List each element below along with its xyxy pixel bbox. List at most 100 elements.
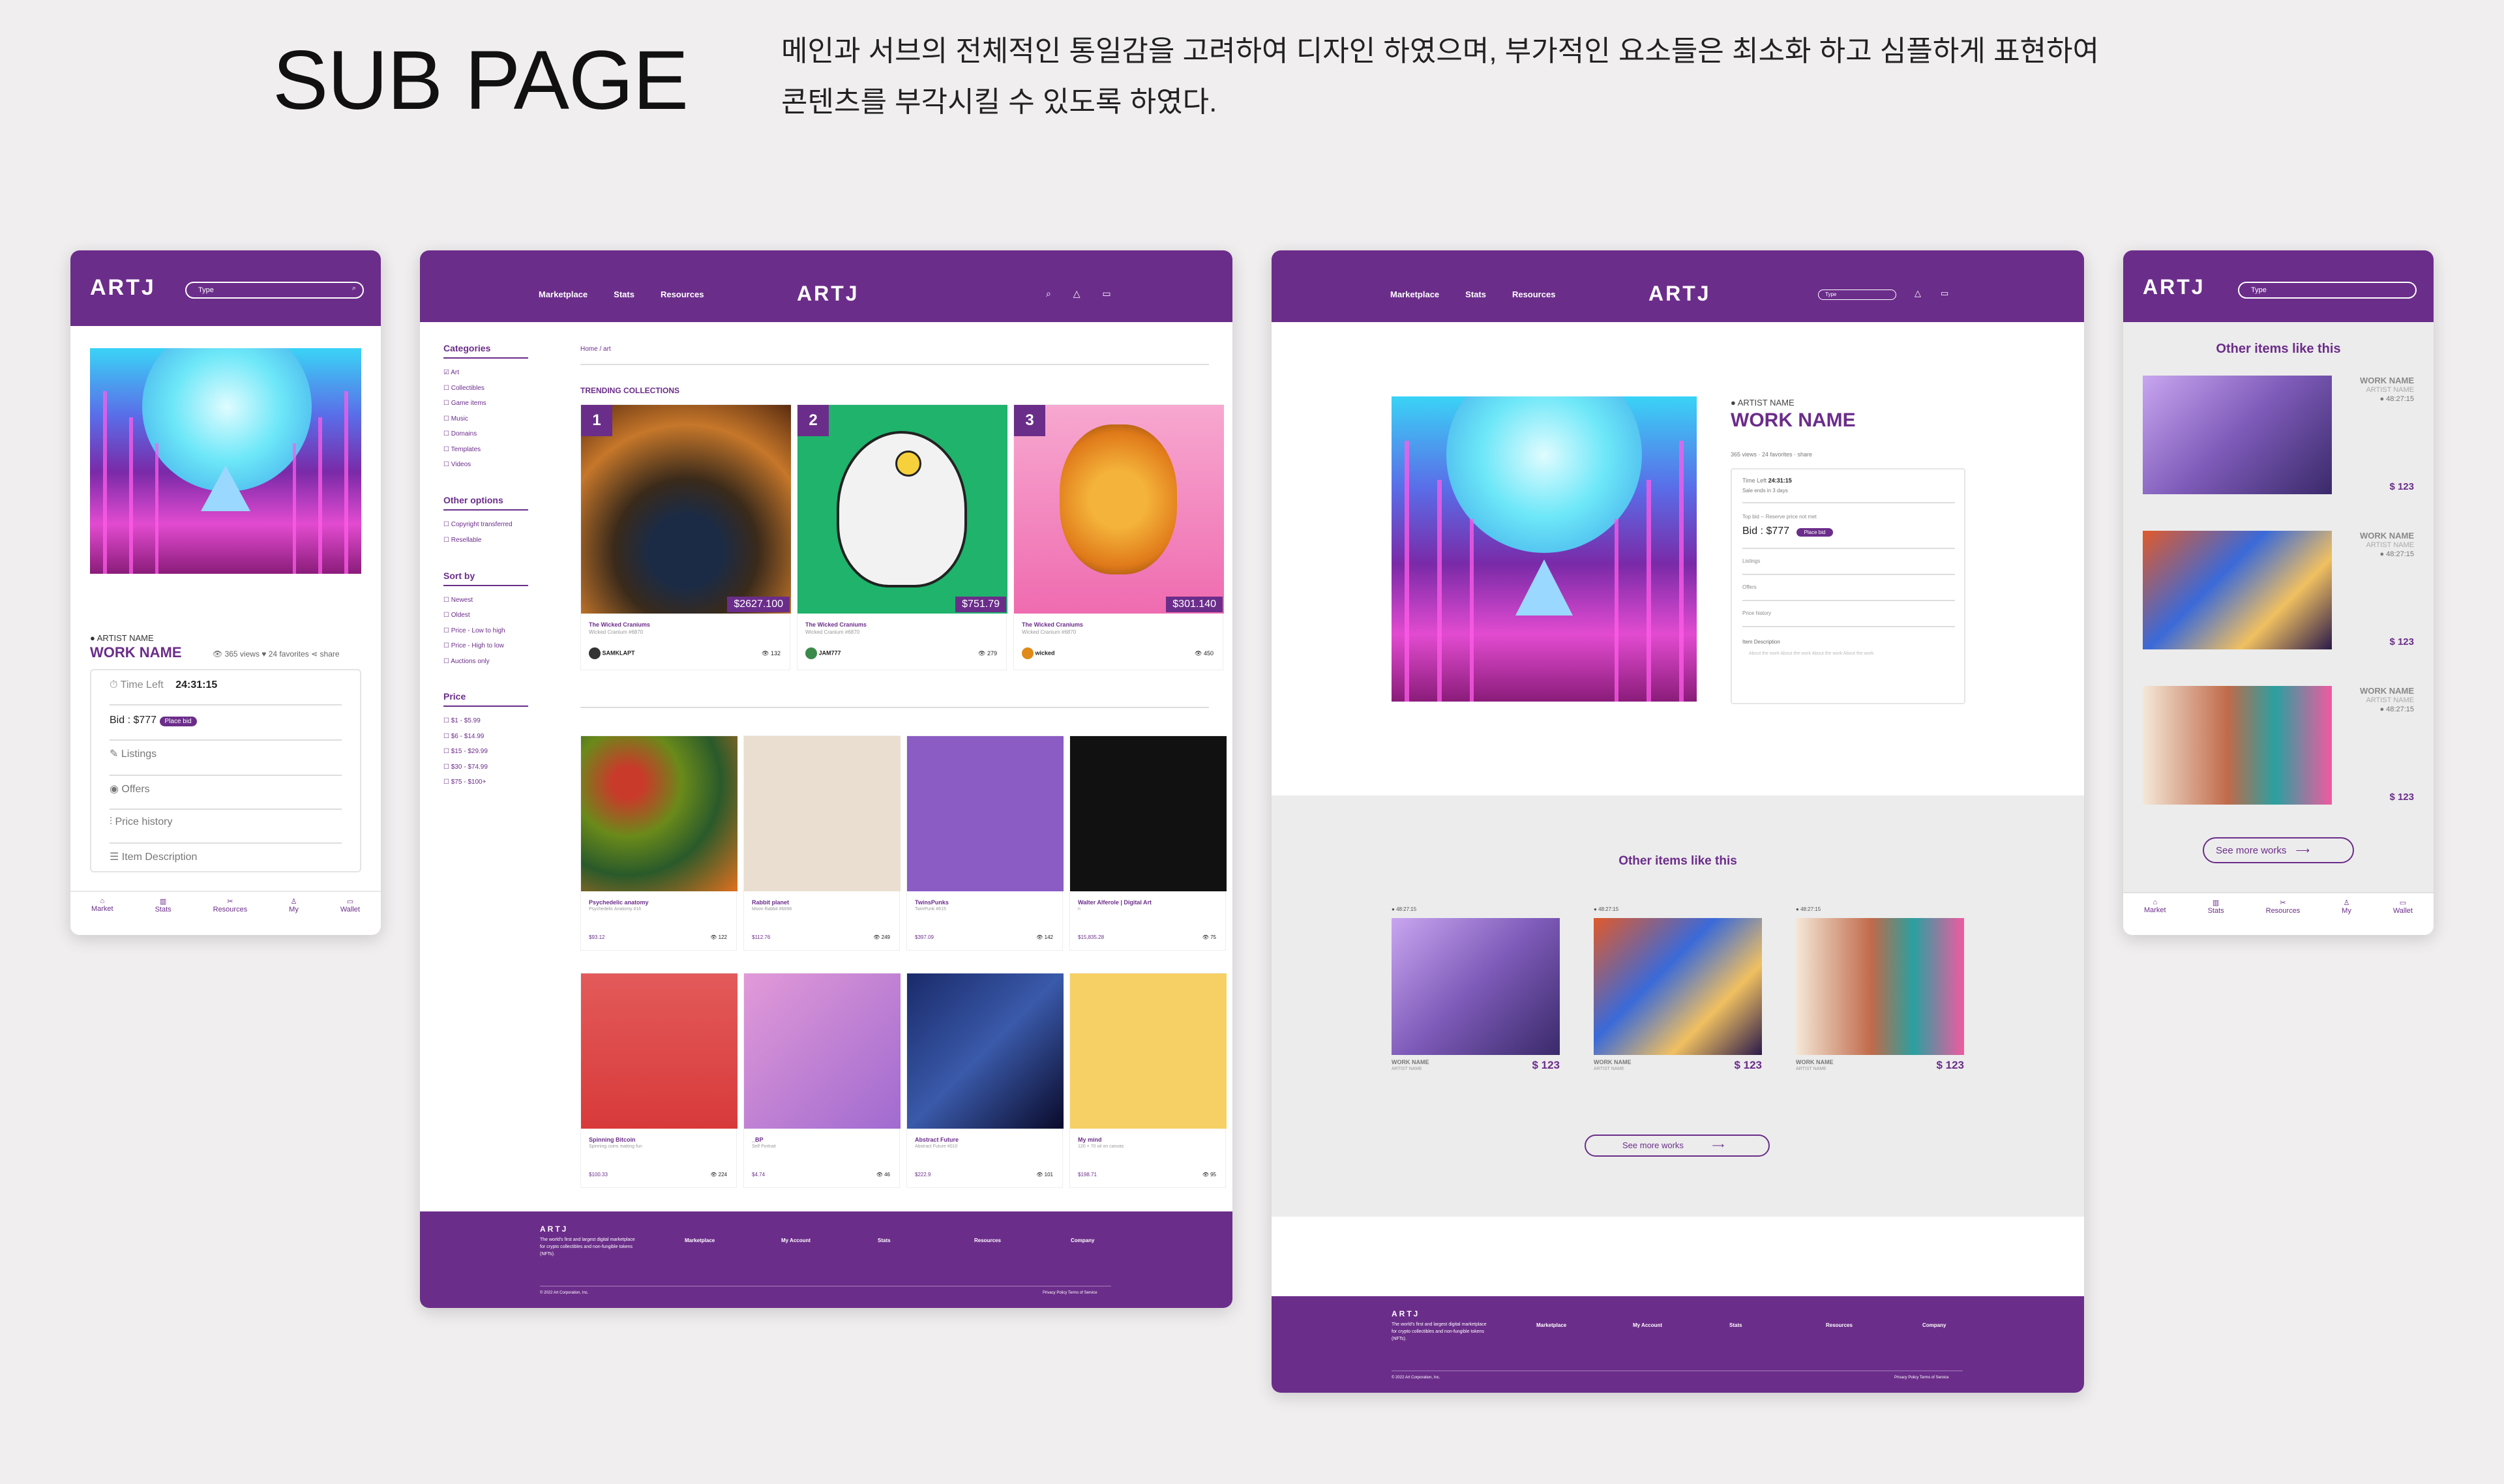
filter-music[interactable]: ☐ Music [443,411,528,427]
footer-col-account[interactable]: My Account [781,1238,811,1243]
filter-resellable[interactable]: ☐ Resellable [443,533,528,548]
logo[interactable]: ARTJ [90,275,156,301]
nav-resources[interactable]: Resources [1512,289,1555,299]
filter-domains[interactable]: ☐ Domains [443,426,528,442]
tab-my[interactable]: ♙ My [2342,898,2351,935]
artwork-thumb [1070,736,1227,891]
listings-row[interactable]: Listings [1742,558,1760,564]
footer-col-marketplace[interactable]: Marketplace [1536,1322,1566,1328]
filter-templates[interactable]: ☐ Templates [443,442,528,458]
search-input[interactable]: Type ⌕ [185,282,364,299]
logo[interactable]: ARTJ [797,282,859,306]
trending-user[interactable]: JAM777 [805,647,841,659]
price-range-1[interactable]: ☐ $1 - $5.99 [443,713,528,729]
related-item[interactable]: ● 48:27:15 WORK NAME ARTIST NAME $ 123 [1796,906,1964,1076]
tab-wallet[interactable]: ▭ Wallet [340,897,360,935]
footer-col-marketplace[interactable]: Marketplace [685,1238,715,1243]
place-bid-button[interactable]: Place bid [159,717,197,726]
search-input[interactable]: Type [2238,282,2417,299]
see-more-button[interactable]: See more works ⟶ [2203,837,2354,863]
trending-card[interactable]: 2 $751.79 The Wicked Craniums Wicked Cra… [797,404,1007,670]
listings-row[interactable]: ✎ Listings [110,747,156,760]
tab-resources[interactable]: ✂ Resources [213,897,248,935]
trending-card[interactable]: 1 $2627.100 The Wicked Craniums Wicked C… [580,404,791,670]
offers-row[interactable]: ◉ Offers [110,782,150,795]
footer-col-company[interactable]: Company [1922,1322,1946,1328]
artwork-card[interactable]: Walter Alferole | Digital Art n $15,835.… [1069,735,1227,951]
footer-links[interactable]: Privacy Policy Terms of Service [1043,1291,1097,1295]
trending-card[interactable]: 3 $301.140 The Wicked Craniums Wicked Cr… [1013,404,1224,670]
related-item[interactable]: WORK NAME ARTIST NAME ● 48:27:15 $ 123 [2143,376,2414,499]
nav-marketplace[interactable]: Marketplace [539,289,588,299]
artwork-views: 👁 46 [876,1172,890,1178]
share-link[interactable]: share [320,649,340,659]
place-bid-button[interactable]: Place bid [1796,528,1834,537]
filter-collectibles[interactable]: ☐ Collectibles [443,381,528,396]
tab-my[interactable]: ♙ My [289,897,299,935]
nav-marketplace[interactable]: Marketplace [1390,289,1439,299]
nav-stats[interactable]: Stats [1465,289,1486,299]
related-item[interactable]: ● 48:27:15 WORK NAME ARTIST NAME $ 123 [1392,906,1560,1076]
tab-market[interactable]: ⌂ Market [2144,898,2166,935]
footer-links[interactable]: Privacy Policy Terms of Service [1894,1376,1949,1380]
trending-user[interactable]: wicked [1022,647,1055,659]
price-history-row[interactable]: ⫶ Price history [110,816,172,828]
footer-col-stats[interactable]: Stats [878,1238,891,1243]
logo[interactable]: ARTJ [1648,282,1711,306]
footer-logo[interactable]: ARTJ [540,1224,568,1234]
artwork-card[interactable]: My mind 120 × 70 oil on canvas $198.71 👁… [1069,973,1227,1188]
filter-game-items[interactable]: ☐ Game items [443,396,528,411]
search-icon[interactable]: ⌕ [1046,288,1051,299]
footer-col-company[interactable]: Company [1071,1238,1094,1243]
artwork-card[interactable]: Spinning Bitcoin Spinning coins making f… [580,973,738,1188]
related-item[interactable]: WORK NAME ARTIST NAME ● 48:27:15 $ 123 [2143,531,2414,655]
sort-newest[interactable]: ☐ Newest [443,593,528,608]
sort-price-high[interactable]: ☐ Price - High to low [443,638,528,654]
item-description-row[interactable]: ☰ Item Description [110,850,197,863]
tab-resources[interactable]: ✂ Resources [2266,898,2301,935]
tab-market[interactable]: ⌂ Market [91,897,113,935]
tab-stats[interactable]: ▥ Stats [155,897,171,935]
wallet-icon[interactable]: ▭ [1941,288,1948,298]
search-input[interactable]: Type [1818,289,1896,300]
price-range-3[interactable]: ☐ $15 - $29.99 [443,744,528,760]
filter-art[interactable]: ☑ Art [443,365,528,381]
tab-stats[interactable]: ▥ Stats [2208,898,2224,935]
footer-logo[interactable]: ARTJ [1392,1309,1420,1318]
sort-auctions[interactable]: ☐ Auctions only [443,654,528,670]
artwork-card[interactable]: _BP Self Portrait $4.74 👁 46 [743,973,901,1188]
nav-stats[interactable]: Stats [614,289,634,299]
artist-name[interactable]: ● ARTIST NAME [90,633,154,643]
price-range-4[interactable]: ☐ $30 - $74.99 [443,760,528,775]
footer-col-resources[interactable]: Resources [1826,1322,1853,1328]
offers-row[interactable]: Offers [1742,584,1757,590]
filter-copyright[interactable]: ☐ Copyright transferred [443,517,528,533]
trending-user[interactable]: SAMKLAPT [589,647,635,659]
bell-icon[interactable]: △ [1915,288,1921,298]
item-description-title[interactable]: Item Description [1742,639,1780,645]
artwork-sub: Moon Rabbit #6898 [752,907,792,912]
wallet-icon[interactable]: ▭ [1102,288,1110,299]
related-item[interactable]: ● 48:27:15 WORK NAME ARTIST NAME $ 123 [1594,906,1762,1076]
related-item[interactable]: WORK NAME ARTIST NAME ● 48:27:15 $ 123 [2143,686,2414,810]
price-range-2[interactable]: ☐ $6 - $14.99 [443,729,528,745]
breadcrumb[interactable]: Home / art [580,346,611,353]
bell-icon[interactable]: △ [1073,288,1081,299]
artwork-card[interactable]: Rabbit planet Moon Rabbit #6898 $112.76 … [743,735,901,951]
filter-videos[interactable]: ☐ Videos [443,457,528,473]
sort-price-low[interactable]: ☐ Price - Low to high [443,623,528,639]
artist-name[interactable]: ● ARTIST NAME [1731,398,1795,408]
nav-resources[interactable]: Resources [661,289,704,299]
sort-oldest[interactable]: ☐ Oldest [443,608,528,623]
artwork-card[interactable]: Abstract Future Abstract Future #010 $22… [906,973,1064,1188]
footer-col-resources[interactable]: Resources [974,1238,1001,1243]
see-more-button[interactable]: See more works ⟶ [1585,1135,1770,1157]
artwork-card[interactable]: Psychedelic anatomy Psychedelic Anatomy … [580,735,738,951]
price-history-row[interactable]: Price history [1742,610,1771,616]
footer-col-account[interactable]: My Account [1633,1322,1662,1328]
artwork-card[interactable]: TwinsPunks TwinPunk #615 $397.09 👁 142 [906,735,1064,951]
tab-wallet[interactable]: ▭ Wallet [2393,898,2413,935]
footer-col-stats[interactable]: Stats [1729,1322,1742,1328]
logo[interactable]: ARTJ [2143,275,2205,299]
price-range-5[interactable]: ☐ $75 - $100+ [443,775,528,790]
